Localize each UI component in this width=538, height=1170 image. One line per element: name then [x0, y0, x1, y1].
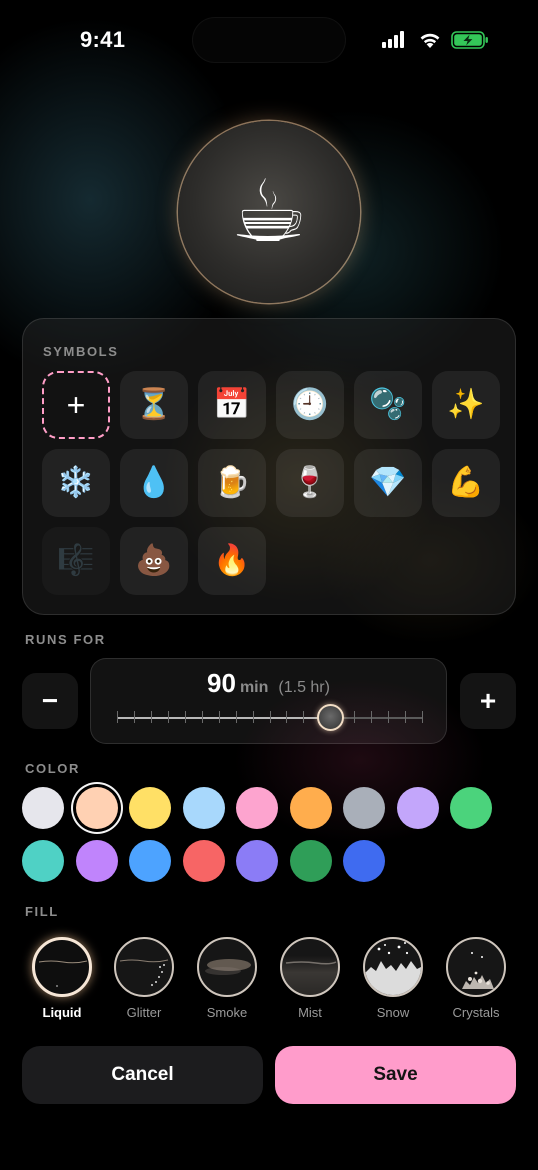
- duration-hours: (1.5 hr): [278, 679, 330, 696]
- slider-tick: [303, 711, 305, 723]
- fill-option-liquid[interactable]: Liquid: [32, 937, 92, 1020]
- slider-tick: [235, 711, 237, 723]
- dynamic-island: [192, 17, 346, 63]
- slider-tick: [269, 711, 271, 723]
- slider-tick: [405, 711, 407, 723]
- duration-unit: min: [239, 679, 269, 696]
- cellular-signal-icon: [382, 31, 404, 48]
- fill-option-glitter[interactable]: Glitter: [114, 937, 174, 1020]
- slider-tick: [133, 711, 135, 723]
- symbols-grid: + ⏳ 📅 🕘 🫧 ✨ ❄️ 💧 🍺 🍷 💎 💪 🎼 💩 🔥: [42, 371, 500, 595]
- sparkles-icon[interactable]: ✨: [432, 371, 500, 439]
- cancel-button[interactable]: Cancel: [22, 1046, 263, 1104]
- fire-icon[interactable]: 🔥: [198, 527, 266, 595]
- duration-value: 90: [207, 668, 236, 698]
- slider-tick: [388, 711, 390, 723]
- color-swatch[interactable]: [236, 840, 278, 882]
- slider-tick: [286, 711, 288, 723]
- slider-track-fill: [117, 717, 331, 719]
- snow-preview: [363, 937, 423, 997]
- wifi-icon: [420, 33, 440, 48]
- color-swatch[interactable]: [343, 787, 385, 829]
- fill-option-smoke[interactable]: Smoke: [197, 937, 257, 1020]
- color-swatch[interactable]: [129, 840, 171, 882]
- glitter-preview: [114, 937, 174, 997]
- clock-icon[interactable]: 🕘: [276, 371, 344, 439]
- symbols-label: SYMBOLS: [43, 344, 119, 359]
- increase-duration-button[interactable]: +: [460, 673, 516, 729]
- poop-icon[interactable]: 💩: [120, 527, 188, 595]
- add-symbol-button[interactable]: +: [42, 371, 110, 439]
- fill-option-snow[interactable]: Snow: [363, 937, 423, 1020]
- fill-label-glitter: Glitter: [126, 1005, 162, 1020]
- color-swatch[interactable]: [182, 787, 225, 829]
- calendar-icon[interactable]: 📅: [198, 371, 266, 439]
- droplet-icon[interactable]: 💧: [120, 449, 188, 517]
- color-swatch[interactable]: [236, 787, 278, 829]
- slider-tick: [371, 711, 373, 723]
- liquid-preview: [32, 937, 92, 997]
- smoke-preview: [197, 937, 257, 997]
- gem-icon[interactable]: 💎: [354, 449, 422, 517]
- hourglass-icon[interactable]: ⏳: [120, 371, 188, 439]
- battery-charging-icon: [451, 31, 488, 49]
- color-swatch[interactable]: [129, 787, 171, 829]
- status-bar: 9:41: [0, 0, 538, 80]
- slider-tick: [117, 711, 118, 723]
- fill-label-smoke: Smoke: [206, 1005, 248, 1020]
- slider-tick: [422, 711, 423, 723]
- slider-tick: [252, 711, 254, 723]
- coffee-icon: ☕: [230, 164, 308, 260]
- slider-thumb[interactable]: [317, 704, 344, 731]
- color-label: COLOR: [25, 761, 80, 776]
- fill-label-snow: Snow: [376, 1005, 410, 1020]
- fill-option-crystals[interactable]: Crystals: [446, 937, 506, 1020]
- color-swatch[interactable]: [289, 840, 332, 882]
- duration-slider[interactable]: 90 min (1.5 hr): [90, 658, 447, 744]
- color-swatch[interactable]: [450, 787, 492, 829]
- snowflake-icon[interactable]: ❄️: [42, 449, 110, 517]
- color-swatch[interactable]: [75, 787, 118, 829]
- color-swatch[interactable]: [22, 787, 64, 829]
- beer-mug-icon[interactable]: 🍺: [198, 449, 266, 517]
- slider-tick: [218, 711, 220, 723]
- fill-option-mist[interactable]: Mist: [280, 937, 340, 1020]
- decrease-duration-button[interactable]: −: [22, 673, 78, 729]
- color-swatch[interactable]: [396, 787, 439, 829]
- fill-label: FILL: [25, 904, 59, 919]
- color-swatch[interactable]: [22, 840, 64, 882]
- fill-label-liquid: Liquid: [42, 1005, 82, 1020]
- fill-label-mist: Mist: [298, 1005, 322, 1020]
- save-button[interactable]: Save: [275, 1046, 516, 1104]
- slider-tick: [167, 711, 169, 723]
- fill-label-crystals: Crystals: [452, 1005, 500, 1020]
- slider-tick: [201, 711, 203, 723]
- color-swatch[interactable]: [343, 840, 385, 882]
- color-swatch[interactable]: [182, 840, 225, 882]
- color-swatch[interactable]: [289, 787, 332, 829]
- mist-preview: [280, 937, 340, 997]
- crystals-preview: [446, 937, 506, 997]
- musical-score-icon[interactable]: 🎼: [42, 527, 110, 595]
- status-time: 9:41: [80, 27, 126, 52]
- runs-for-label: RUNS FOR: [25, 632, 106, 647]
- flexed-biceps-icon[interactable]: 💪: [432, 449, 500, 517]
- duration-readout: 90 min (1.5 hr): [91, 668, 446, 699]
- bubbles-icon[interactable]: 🫧: [354, 371, 422, 439]
- color-swatch[interactable]: [75, 840, 118, 882]
- slider-tick: [184, 711, 186, 723]
- slider-tick: [150, 711, 152, 723]
- selected-symbol-preview: ☕: [178, 121, 360, 303]
- slider-tick: [354, 711, 356, 723]
- wine-glass-icon[interactable]: 🍷: [276, 449, 344, 517]
- symbols-panel: SYMBOLS + ⏳ 📅 🕘 🫧 ✨ ❄️ 💧 🍺 🍷 💎 💪 🎼 💩 🔥: [22, 318, 516, 615]
